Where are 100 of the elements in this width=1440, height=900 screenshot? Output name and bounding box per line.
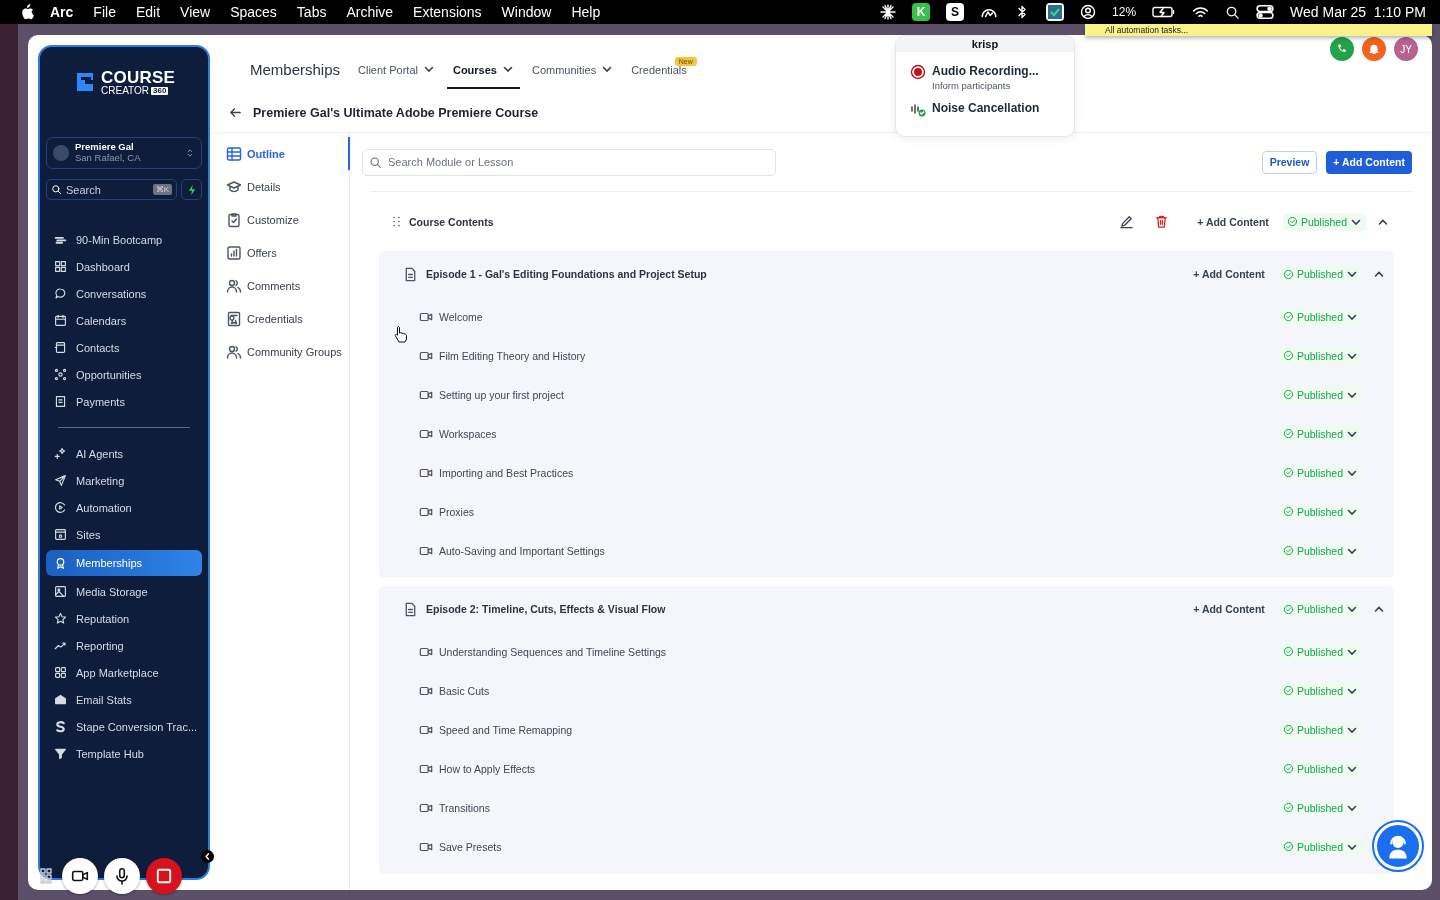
sidebar-item[interactable]: Conversations: [46, 280, 202, 307]
receipt-icon: [54, 395, 67, 408]
nodes-icon: [54, 368, 67, 381]
menu-item[interactable]: File: [83, 4, 126, 20]
popover-item-title[interactable]: Audio Recording...: [932, 64, 1039, 78]
course-menu-item[interactable]: Community Groups: [210, 335, 349, 368]
user-avatar[interactable]: JY: [1394, 37, 1418, 61]
lesson-title[interactable]: Basic Cuts: [439, 684, 490, 697]
check-circle-icon: [1282, 467, 1294, 478]
apple-logo-icon[interactable]: [20, 4, 34, 20]
sidebar-item[interactable]: Sites: [46, 521, 202, 548]
check-circle-icon: [1282, 763, 1294, 774]
course-menu-item[interactable]: Comments: [210, 269, 349, 302]
sidebar-item[interactable]: AI Agents: [46, 440, 202, 467]
menu-item[interactable]: Spaces: [220, 4, 287, 20]
sidebar-item[interactable]: Automation: [46, 494, 202, 521]
check-circle-icon: [1282, 350, 1294, 361]
sidebar-item[interactable]: Opportunities: [46, 361, 202, 388]
nav-tab[interactable]: Courses: [446, 49, 520, 89]
nav-tab[interactable]: Communities: [526, 49, 620, 89]
sidebar-item[interactable]: Stape Conversion Trac...: [46, 713, 202, 740]
lesson-title[interactable]: How to Apply Effects: [439, 762, 536, 775]
quick-action-button[interactable]: [181, 179, 202, 200]
menu-item[interactable]: Extensions: [403, 4, 492, 20]
support-button[interactable]: [1374, 822, 1422, 870]
menu-item[interactable]: Tabs: [286, 4, 337, 20]
pencil-icon: [1119, 214, 1135, 229]
check-circle-icon: [1282, 646, 1294, 657]
nav-tab[interactable]: Client Portal: [352, 49, 441, 89]
sidebar-item[interactable]: Reputation: [46, 605, 202, 632]
sidebar-item[interactable]: Memberships: [46, 550, 202, 576]
sidebar-item[interactable]: App Marketplace: [46, 659, 202, 686]
check-circle-icon: [1282, 685, 1294, 696]
menu-item[interactable]: View: [170, 4, 221, 20]
sidebar-item[interactable]: Payments: [46, 388, 202, 415]
logo-badge: 360: [151, 86, 169, 95]
lesson-title[interactable]: Understanding Sequences and Timeline Settings: [439, 645, 667, 658]
course-menu-item[interactable]: Credentials: [210, 302, 349, 335]
account-location: San Rafael, CA: [75, 153, 142, 164]
sidebar-item[interactable]: Media Storage: [46, 578, 202, 605]
course-menu-item[interactable]: Outline: [210, 137, 350, 170]
lesson-title[interactable]: Setting up your first project: [439, 388, 564, 401]
lesson-title[interactable]: Transitions: [439, 801, 490, 814]
sidebar-item[interactable]: Marketing: [46, 467, 202, 494]
menu-item[interactable]: Edit: [125, 4, 171, 20]
people-icon: [226, 343, 242, 360]
lesson-title[interactable]: Speed and Time Remapping: [439, 723, 573, 736]
sidebar-item[interactable]: Dashboard: [46, 253, 202, 280]
add-content-link[interactable]: + Add Content: [1189, 215, 1277, 228]
bell-icon: [1368, 43, 1380, 55]
table-icon: [226, 145, 242, 162]
add-content-link[interactable]: + Add Content: [1185, 603, 1273, 615]
check-circle-icon: [1282, 603, 1294, 615]
funnel-icon: [54, 747, 67, 760]
check-circle-icon: [1282, 841, 1294, 852]
checkmark-app-icon[interactable]: [1046, 3, 1065, 21]
calendar-icon: [54, 314, 67, 327]
course-title: Premiere Gal's Ultimate Adobe Premiere Course: [253, 105, 539, 120]
account-switcher[interactable]: Premiere Gal San Rafael, CA: [46, 137, 202, 169]
course-menu-item[interactable]: Customize: [210, 203, 349, 236]
lesson-title[interactable]: Workspaces: [439, 427, 497, 440]
popover-item-subtitle: Inform participants: [932, 80, 1012, 91]
search-field[interactable]: Search Module or Lesson: [362, 148, 776, 176]
sidebar-item[interactable]: Contacts: [46, 334, 202, 361]
sidebar-item[interactable]: Email Stats: [46, 686, 202, 713]
page-title: Memberships: [250, 61, 341, 80]
lesson-title[interactable]: Auto-Saving and Important Settings: [439, 544, 605, 557]
add-content-link[interactable]: + Add Content: [1185, 268, 1273, 280]
lesson-title[interactable]: Importing and Best Practices: [439, 466, 574, 479]
sidebar-item[interactable]: Calendars: [46, 307, 202, 334]
search-icon: [1225, 4, 1241, 20]
sparkle-burst-icon: [880, 4, 897, 20]
preview-button[interactable]: Preview: [1261, 150, 1318, 174]
phone-button[interactable]: [1330, 37, 1354, 61]
menu-item[interactable]: Help: [561, 4, 611, 20]
notifications-button[interactable]: [1362, 37, 1386, 61]
app-letter-icon[interactable]: S: [946, 3, 965, 21]
menu-item[interactable]: Archive: [336, 4, 404, 20]
account-name: Premiere Gal: [75, 142, 135, 153]
sidebar-item[interactable]: 90-Min Bootcamp: [46, 226, 202, 253]
back-arrow-icon: [228, 105, 243, 120]
course-menu-item[interactable]: Offers: [210, 236, 349, 269]
lesson-title[interactable]: Film Editing Theory and History: [439, 349, 586, 362]
contact-card-icon: [54, 341, 67, 354]
sidebar-item[interactable]: Template Hub: [46, 740, 202, 767]
sidebar-item[interactable]: Reporting: [46, 632, 202, 659]
add-content-button[interactable]: + Add Content: [1326, 150, 1412, 174]
lesson-title[interactable]: Save Presets: [439, 840, 502, 853]
tooltip: All automation tasks...: [1085, 24, 1432, 36]
hand-cursor-icon: [394, 325, 408, 343]
course-menu-item[interactable]: Details: [210, 170, 349, 203]
lesson-title[interactable]: Proxies: [439, 505, 474, 518]
lesson-title[interactable]: Welcome: [439, 310, 483, 323]
menu-item[interactable]: Arc: [34, 4, 84, 20]
up-down-caret-icon: [185, 148, 195, 158]
menu-item[interactable]: Window: [491, 4, 562, 20]
phone-icon: [1336, 43, 1348, 55]
clipboard-check-icon: [226, 211, 242, 228]
popover-item-title[interactable]: Noise Cancellation: [932, 101, 1040, 115]
search-field[interactable]: Search ⌘K: [46, 179, 177, 200]
